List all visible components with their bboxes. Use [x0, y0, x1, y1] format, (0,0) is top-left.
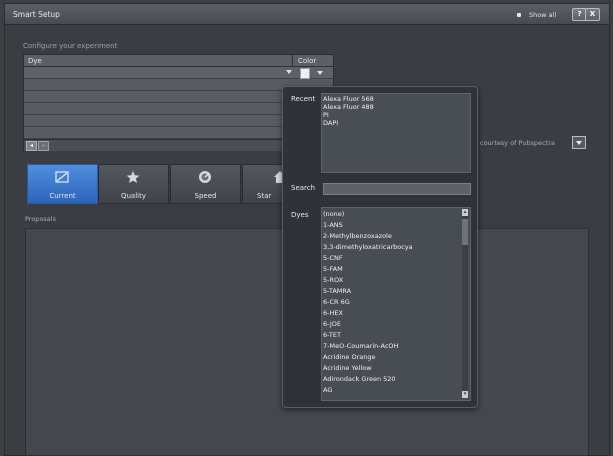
- tab-speed[interactable]: Speed: [170, 164, 241, 204]
- color-dropdown-arrow-icon[interactable]: [317, 71, 323, 75]
- list-item[interactable]: 5-TAMRA: [323, 287, 351, 295]
- list-item[interactable]: 2-Methylbenzoxazole: [323, 232, 392, 240]
- window-title: Smart Setup: [13, 10, 60, 19]
- speedometer-icon: [199, 171, 211, 183]
- list-item[interactable]: DAPI: [323, 119, 469, 127]
- scroll-left-icon[interactable]: ◂: [26, 141, 37, 151]
- recent-label: Recent: [291, 95, 316, 103]
- list-item[interactable]: 6-TET: [323, 331, 341, 339]
- dye-dropdown-arrow-icon[interactable]: [286, 70, 292, 74]
- list-item[interactable]: AG: [323, 386, 332, 394]
- close-button[interactable]: X: [585, 8, 600, 21]
- tab-label: Current: [49, 192, 76, 200]
- list-item[interactable]: Acridine Yellow: [323, 364, 372, 372]
- scroll-up-icon[interactable]: ▴: [462, 209, 468, 216]
- list-item[interactable]: 7-MeO-Coumarin-AcOH: [323, 342, 398, 350]
- tab-label: Quality: [120, 192, 146, 200]
- show-all-checkbox[interactable]: [517, 13, 521, 17]
- list-item[interactable]: 6-JOE: [323, 320, 341, 328]
- dyes-scrollbar[interactable]: ▴ ▾: [462, 209, 468, 398]
- list-item[interactable]: 5-FAM: [323, 265, 343, 273]
- dyes-list[interactable]: (none) 1-ANS 2-Methylbenzoxazole 3,3-dim…: [321, 207, 471, 401]
- chevron-down-icon: [576, 141, 582, 145]
- list-item[interactable]: PI: [323, 111, 469, 119]
- color-swatch[interactable]: [300, 68, 310, 79]
- tab-label: Speed: [194, 192, 217, 200]
- list-item[interactable]: 3,3-dimethyloxatricarbocya: [323, 243, 413, 251]
- list-item[interactable]: 1-ANS: [323, 221, 343, 229]
- list-item[interactable]: (none): [323, 210, 344, 218]
- rectangle-slash-icon: [55, 171, 69, 183]
- color-header-label: Color: [298, 57, 317, 65]
- tab-current[interactable]: Current: [27, 164, 98, 204]
- dye-selection-popup: Recent Alexa Fluor 568 Alexa Fluor 488 P…: [282, 86, 478, 408]
- table-row[interactable]: [24, 67, 333, 79]
- list-item[interactable]: Acridine Orange: [323, 353, 376, 361]
- configure-section-label: Configure your experiment: [23, 42, 118, 50]
- list-item[interactable]: 5-CNF: [323, 254, 343, 262]
- tab-start[interactable]: Star: [242, 164, 284, 204]
- credit-dropdown-button[interactable]: [572, 136, 586, 149]
- show-all-label[interactable]: Show all: [529, 11, 556, 19]
- recent-dyes-list: Alexa Fluor 568 Alexa Fluor 488 PI DAPI: [321, 93, 471, 173]
- list-item[interactable]: Adirondack Green 520: [323, 375, 396, 383]
- scroll-thumb[interactable]: [462, 219, 468, 245]
- search-input[interactable]: [323, 183, 471, 195]
- proposals-label: Proposals: [25, 215, 56, 223]
- scroll-down-icon[interactable]: ▾: [462, 391, 468, 398]
- title-bar: Smart Setup Show all ? X: [5, 4, 609, 25]
- dye-column-header[interactable]: Dye: [24, 55, 293, 67]
- list-item[interactable]: Alexa Fluor 488: [323, 103, 469, 111]
- dyes-label: Dyes: [291, 211, 309, 219]
- scroll-thumb[interactable]: -: [38, 141, 49, 151]
- tab-label: Star: [257, 192, 272, 200]
- list-item[interactable]: 6-HEX: [323, 309, 343, 317]
- search-label: Search: [291, 184, 316, 192]
- tab-quality[interactable]: Quality: [98, 164, 169, 204]
- dye-header-label: Dye: [28, 57, 42, 65]
- credit-text: courtesy of Pubspectra: [480, 139, 555, 147]
- list-item[interactable]: Alexa Fluor 568: [323, 95, 469, 103]
- list-item[interactable]: 5-ROX: [323, 276, 343, 284]
- star-icon: [126, 171, 140, 183]
- list-item[interactable]: 6-CR 6G: [323, 298, 350, 306]
- color-column-header[interactable]: Color: [293, 55, 333, 67]
